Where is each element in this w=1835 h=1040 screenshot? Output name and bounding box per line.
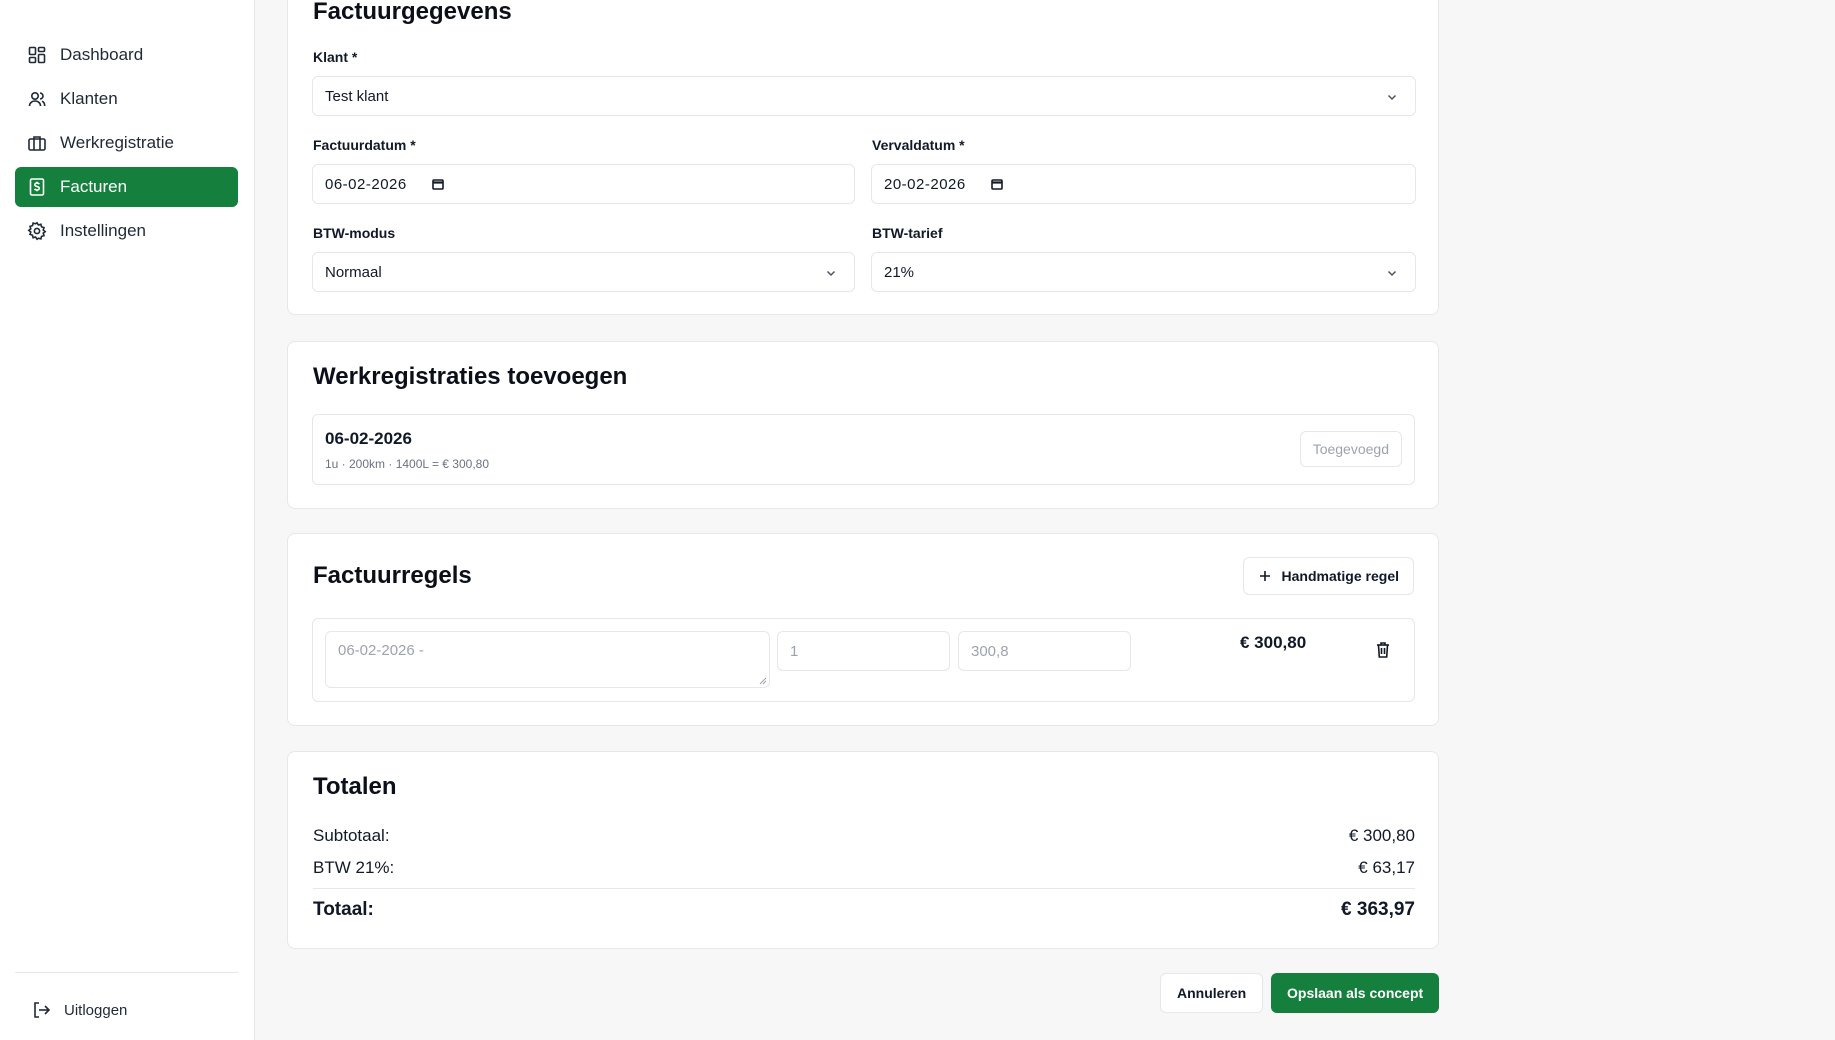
chevron-down-icon <box>1387 270 1397 277</box>
line-total: € 300,80 <box>1240 633 1307 652</box>
added-status-label: Toegevoegd <box>1312 441 1389 457</box>
chevron-down-icon <box>826 270 836 277</box>
trash-icon[interactable] <box>1375 641 1391 659</box>
subtotal-label: Subtotaal: <box>313 826 390 845</box>
gear-icon <box>27 221 47 241</box>
totals-divider <box>313 888 1415 889</box>
vat-row: BTW 21%: € 63,17 <box>313 858 1415 878</box>
client-label: Klant * <box>313 49 358 65</box>
work-registrations-title: Werkregistraties toevoegen <box>313 363 628 390</box>
invoice-line-row: 06-02-2026 - 1 300,8 € 300,80 <box>312 618 1415 702</box>
client-select[interactable]: Test klant <box>312 76 1416 116</box>
line-description-value: 06-02-2026 - <box>338 642 424 659</box>
totals-card: Totalen Subtotaal: € 300,80 BTW 21%: € 6… <box>287 751 1439 949</box>
plus-icon <box>1259 571 1270 581</box>
invoice-details-card: Factuurgegevens Klant * Test klant Factu… <box>287 0 1439 315</box>
sidebar-item-label: Klanten <box>60 89 118 108</box>
vat-value: € 63,17 <box>1358 858 1415 877</box>
invoice-dollar-icon <box>29 178 45 196</box>
save-draft-label: Opslaan als concept <box>1287 985 1424 1001</box>
sidebar-item-dashboard[interactable]: Dashboard <box>15 35 238 75</box>
dashboard-grid-icon <box>28 46 46 64</box>
logout-button[interactable]: Uitloggen <box>15 990 238 1030</box>
sidebar-item-instellingen[interactable]: Instellingen <box>15 211 238 251</box>
line-price-value: 300,8 <box>971 642 1009 660</box>
sidebar-item-label: Dashboard <box>60 45 144 64</box>
chevron-down-icon <box>1387 94 1397 101</box>
grand-total-row: Totaal: € 363,97 <box>313 899 1415 921</box>
grand-total-label: Totaal: <box>313 899 374 920</box>
line-quantity-input[interactable]: 1 <box>777 631 950 671</box>
invoice-date-input[interactable]: 06-02-2026 <box>312 164 855 204</box>
resize-grip-icon[interactable] <box>759 677 767 685</box>
add-manual-line-label: Handmatige regel <box>1281 568 1399 584</box>
sidebar: Dashboard Klanten Werkregistratie Factur… <box>0 0 255 1040</box>
cancel-button[interactable]: Annuleren <box>1160 973 1264 1013</box>
totals-title: Totalen <box>313 773 397 800</box>
invoice-details-title: Factuurgegevens <box>313 0 512 25</box>
due-date-value: 20-02-2026 <box>884 175 966 193</box>
add-manual-line-button[interactable]: Handmatige regel <box>1242 557 1414 595</box>
subtotal-row: Subtotaal: € 300,80 <box>313 826 1415 846</box>
sidebar-item-label: Werkregistratie <box>60 133 174 152</box>
due-date-input[interactable]: 20-02-2026 <box>871 164 1416 204</box>
work-registration-item: 06-02-2026 1u · 200km · 1400L = € 300,80… <box>312 414 1415 485</box>
line-quantity-value: 1 <box>790 642 799 660</box>
vat-mode-select[interactable]: Normaal <box>312 252 855 292</box>
invoice-lines-card: Factuurregels Handmatige regel 06-02-202… <box>287 533 1439 726</box>
logout-icon <box>34 1002 51 1018</box>
calendar-icon[interactable] <box>990 177 1004 191</box>
calendar-icon[interactable] <box>431 177 445 191</box>
invoice-date-value: 06-02-2026 <box>325 175 407 193</box>
vat-rate-value: 21% <box>884 263 915 281</box>
work-registration-date: 06-02-2026 <box>325 429 412 448</box>
work-registrations-card: Werkregistraties toevoegen 06-02-2026 1u… <box>287 341 1439 509</box>
vat-rate-label: BTW-tarief <box>872 225 943 241</box>
vat-rate-select[interactable]: 21% <box>871 252 1416 292</box>
save-draft-button[interactable]: Opslaan als concept <box>1271 973 1440 1013</box>
sidebar-item-label: Facturen <box>60 177 128 196</box>
cancel-label: Annuleren <box>1177 985 1247 1001</box>
sidebar-nav: Dashboard Klanten Werkregistratie Factur… <box>15 35 238 255</box>
sidebar-item-werkregistratie[interactable]: Werkregistratie <box>15 123 238 163</box>
grand-total-value: € 363,97 <box>1341 899 1415 920</box>
vat-mode-label: BTW-modus <box>313 225 396 241</box>
invoice-lines-title: Factuurregels <box>313 562 472 589</box>
briefcase-icon <box>28 136 46 151</box>
added-status-button[interactable]: Toegevoegd <box>1299 431 1402 467</box>
vat-mode-value: Normaal <box>325 263 382 281</box>
line-description-textarea[interactable]: 06-02-2026 - <box>325 631 770 688</box>
subtotal-value: € 300,80 <box>1348 826 1415 845</box>
users-icon <box>28 91 46 107</box>
sidebar-item-facturen[interactable]: Facturen <box>15 167 238 207</box>
line-price-input[interactable]: 300,8 <box>958 631 1131 671</box>
client-value: Test klant <box>325 87 389 105</box>
sidebar-divider <box>15 972 238 973</box>
due-date-label: Vervaldatum * <box>872 137 965 153</box>
work-registration-meta: 1u · 200km · 1400L = € 300,80 <box>325 457 490 471</box>
vat-label: BTW 21%: <box>313 858 395 877</box>
sidebar-item-label: Instellingen <box>60 221 147 240</box>
invoice-date-label: Factuurdatum * <box>313 137 416 153</box>
sidebar-item-klanten[interactable]: Klanten <box>15 79 238 119</box>
logout-label: Uitloggen <box>64 1001 128 1019</box>
